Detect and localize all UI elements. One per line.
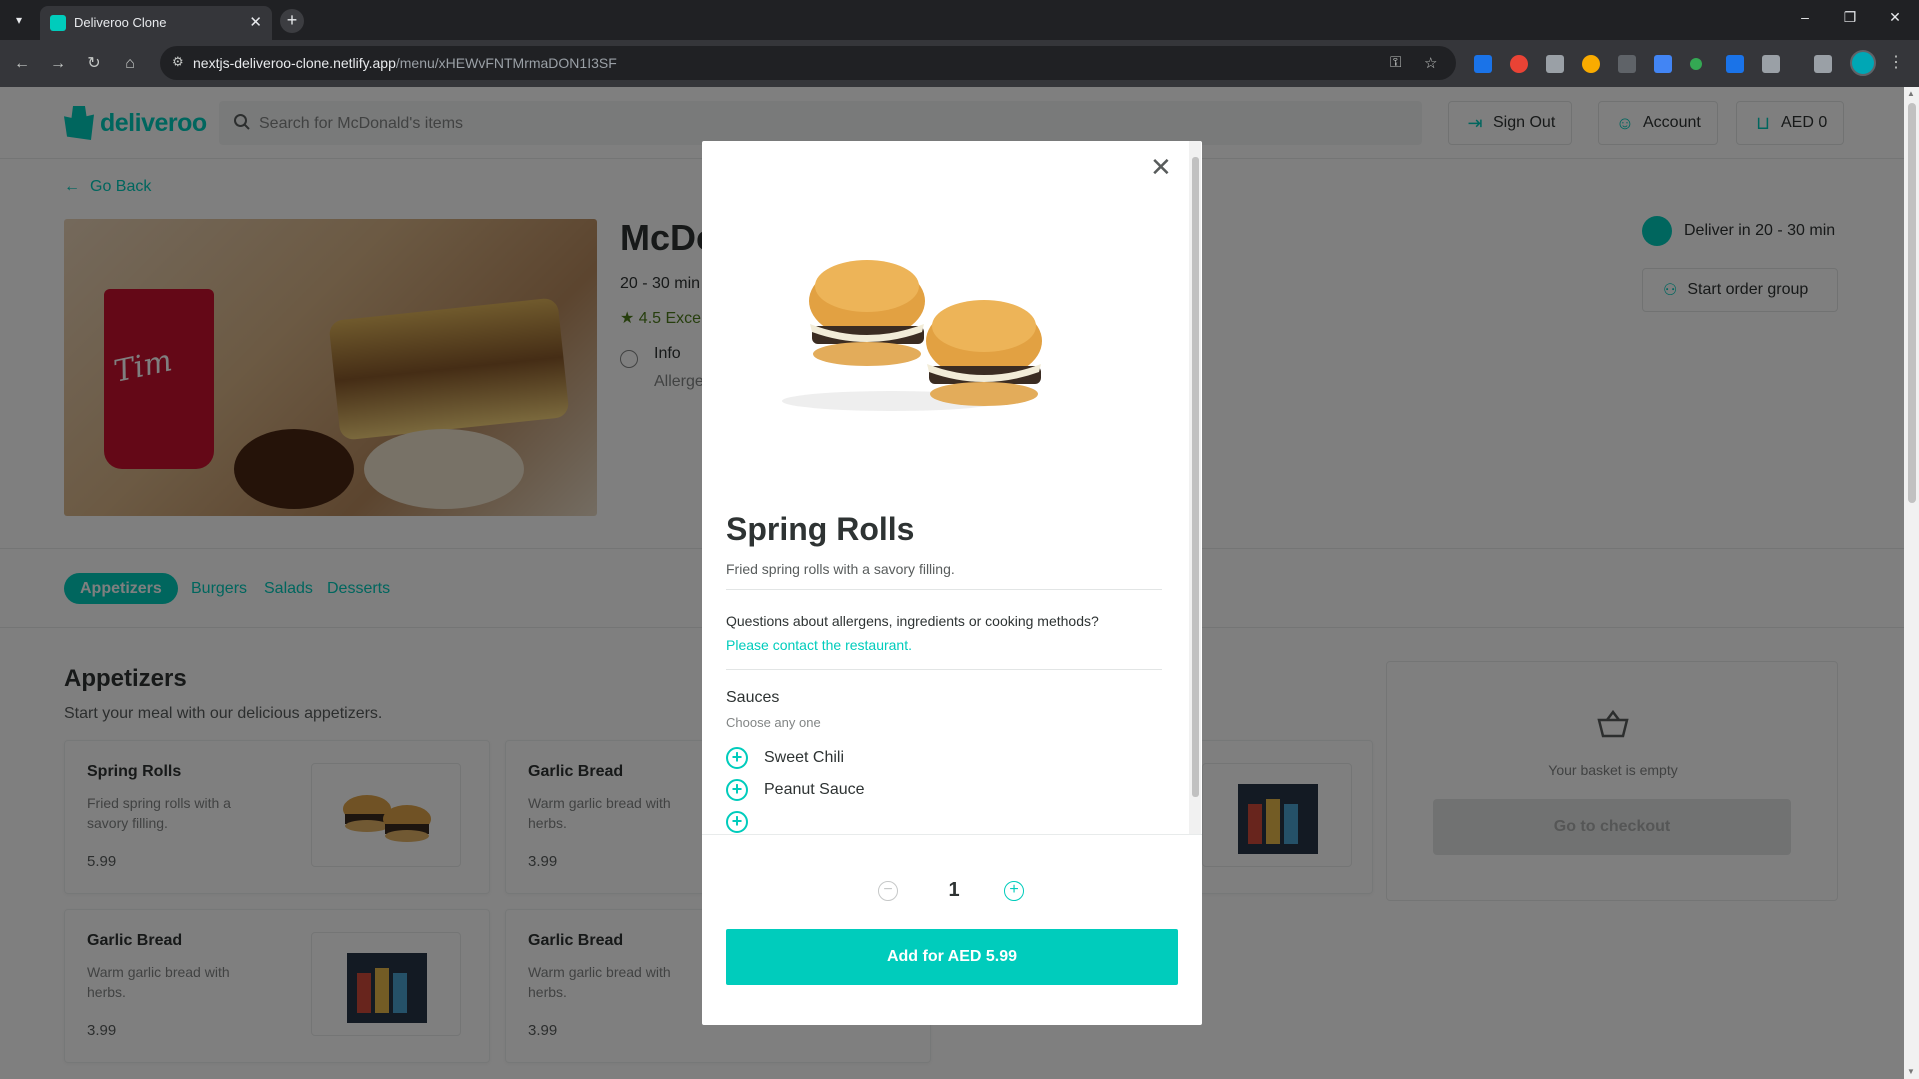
extension-icon[interactable] — [1474, 55, 1492, 73]
modal-scrollbar[interactable] — [1189, 141, 1201, 834]
add-option-icon[interactable]: + — [726, 779, 748, 801]
extension-icon[interactable] — [1582, 55, 1600, 73]
modal-scroll-area[interactable]: ✕ Spring Rolls Fried spring rolls with a… — [702, 141, 1202, 835]
extension-icon[interactable] — [1510, 55, 1528, 73]
option-label: Peanut Sauce — [764, 781, 865, 798]
add-option-icon[interactable]: + — [726, 747, 748, 769]
bookmark-star-icon[interactable]: ☆ — [1424, 54, 1437, 72]
tab-title: Deliveroo Clone — [74, 15, 167, 30]
browser-menu-icon[interactable]: ⋮ — [1888, 52, 1904, 72]
divider — [726, 589, 1162, 590]
page-scroll-thumb[interactable] — [1908, 103, 1916, 503]
page: deliveroo Search for McDonald's items ⇥ … — [0, 87, 1904, 1079]
item-image — [782, 260, 1042, 411]
increase-quantity-button[interactable]: + — [1004, 881, 1024, 901]
close-icon[interactable]: ✕ — [1150, 154, 1172, 180]
tab-list-icon[interactable]: ▾ — [8, 9, 30, 31]
deliveroo-favicon-icon — [50, 15, 66, 31]
decrease-quantity-button[interactable]: − — [878, 881, 898, 901]
browser-toolbar: ← → ↻ ⌂ ⚙ nextjs-deliveroo-clone.netlify… — [0, 40, 1919, 87]
reload-icon[interactable]: ↻ — [82, 52, 106, 76]
option-label: Sweet Chili — [764, 749, 845, 766]
quantity-value: 1 — [948, 879, 960, 901]
address-bar[interactable]: ⚙ nextjs-deliveroo-clone.netlify.app/men… — [160, 46, 1456, 80]
camera-extension-icon[interactable] — [1546, 55, 1564, 73]
browser-tabbar: ▾ Deliveroo Clone ✕ + – ❐ ✕ — [0, 0, 1919, 40]
item-title: Spring Rolls — [726, 511, 915, 547]
forward-icon[interactable]: → — [46, 52, 70, 76]
quantity-stepper: − 1 + — [702, 877, 1202, 907]
contact-restaurant-link[interactable]: Please contact the restaurant. — [726, 637, 912, 653]
site-info-icon[interactable]: ⚙ — [172, 54, 190, 72]
extensions-puzzle-icon[interactable] — [1762, 55, 1780, 73]
divider — [726, 669, 1162, 670]
close-window-icon[interactable]: ✕ — [1885, 9, 1905, 26]
home-icon[interactable]: ⌂ — [118, 52, 142, 76]
allergen-question: Questions about allergens, ingredients o… — [726, 613, 1099, 629]
extension-icon[interactable] — [1618, 55, 1636, 73]
add-to-basket-button[interactable]: Add for AED 5.99 — [726, 929, 1178, 985]
url-text: nextjs-deliveroo-clone.netlify.app/menu/… — [193, 55, 617, 71]
option-partial[interactable]: + — [726, 810, 748, 834]
back-icon[interactable]: ← — [10, 52, 34, 76]
minimize-icon[interactable]: – — [1795, 9, 1815, 25]
screenshot-extension-icon[interactable] — [1726, 55, 1744, 73]
modal-scroll-thumb[interactable] — [1192, 157, 1199, 797]
options-group-hint: Choose any one — [726, 715, 821, 730]
browser-tab[interactable]: Deliveroo Clone ✕ — [40, 6, 272, 40]
password-key-icon[interactable]: ⚿ — [1390, 54, 1401, 71]
scroll-down-icon[interactable]: ▼ — [1907, 1067, 1915, 1076]
option-sweet-chili[interactable]: + Sweet Chili — [726, 746, 844, 770]
new-tab-icon[interactable]: + — [280, 9, 304, 33]
option-peanut-sauce[interactable]: + Peanut Sauce — [726, 778, 865, 802]
profile-avatar[interactable] — [1850, 50, 1876, 76]
close-tab-icon[interactable]: ✕ — [249, 13, 262, 31]
scroll-up-icon[interactable]: ▲ — [1907, 89, 1915, 98]
item-modal: ✕ Spring Rolls Fried spring rolls with a… — [702, 141, 1202, 1025]
restore-icon[interactable]: ❐ — [1840, 9, 1860, 26]
add-option-icon[interactable]: + — [726, 811, 748, 833]
item-description: Fried spring rolls with a savory filling… — [726, 561, 955, 577]
download-extension-icon[interactable] — [1654, 55, 1672, 73]
downloads-icon[interactable] — [1814, 55, 1832, 73]
options-group-title: Sauces — [726, 689, 780, 706]
extension-icon[interactable] — [1690, 58, 1702, 70]
page-scrollbar[interactable]: ▲ ▼ — [1904, 87, 1919, 1079]
